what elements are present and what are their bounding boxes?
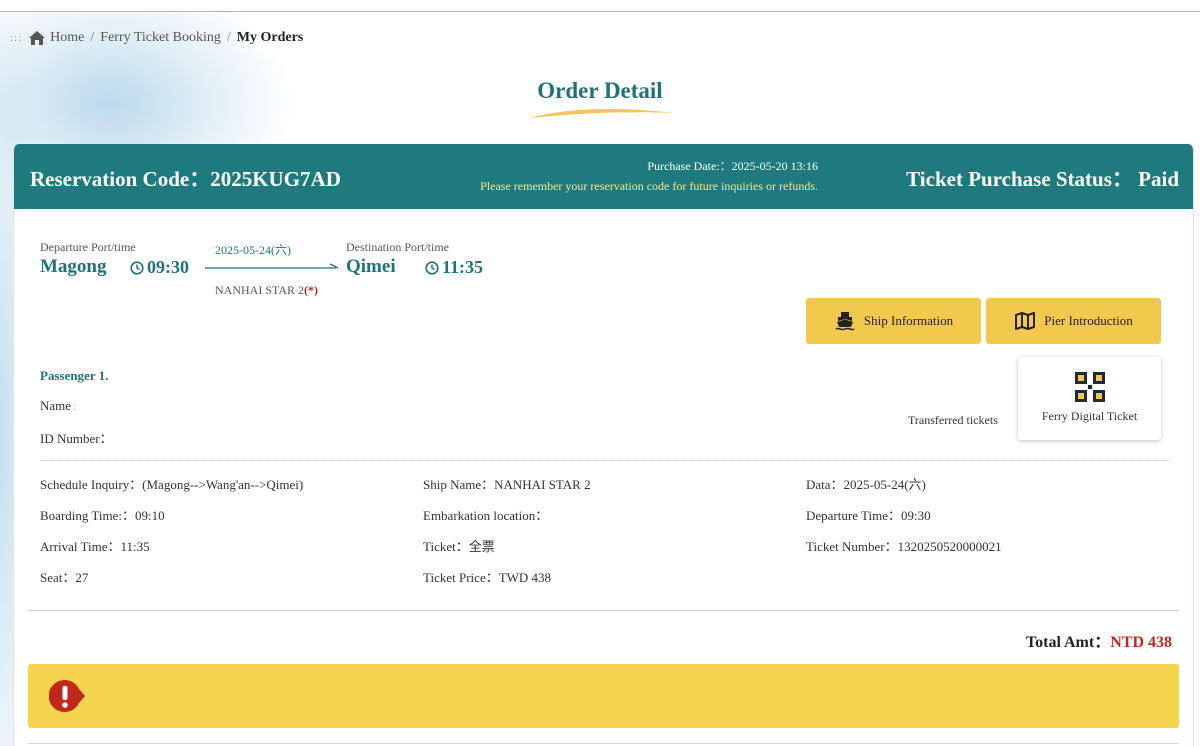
total-divider <box>28 610 1179 611</box>
breadcrumb-separator: / <box>90 30 95 45</box>
total-amount: Total Amt：NTD 438 <box>1026 628 1172 652</box>
purchase-status: Ticket Purchase Status： Paid <box>906 167 1179 191</box>
destination-time-value: 11:35 <box>442 257 484 277</box>
ticket-number: Ticket Number：1320250520000021 <box>806 539 1002 554</box>
clock-icon <box>130 260 144 275</box>
passenger-name-label: Name <box>40 398 72 413</box>
breadcrumb-ferry-link[interactable]: Ferry Ticket Booking <box>100 30 221 46</box>
details-divider <box>40 460 1170 461</box>
transferred-tickets-link[interactable]: Transferred tickets <box>908 413 998 428</box>
departure-time-detail: Departure Time：09:30 <box>806 508 931 523</box>
pier-introduction-button[interactable]: Pier Introduction <box>986 298 1161 344</box>
passenger-name: Name: <box>40 398 77 414</box>
ship-information-button[interactable]: Ship Information <box>806 298 981 344</box>
sailing-date: 2025-05-24(六) <box>215 243 291 257</box>
map-icon <box>1015 312 1036 330</box>
purchase-date: Purchase Date:：2025-05-20 13:16 <box>647 159 818 173</box>
ship-name: Ship Name：NANHAI STAR 2 <box>423 477 591 492</box>
passenger-title: Passenger 1. <box>40 368 109 383</box>
alert-icon <box>49 679 85 712</box>
bottom-divider <box>28 743 1179 744</box>
destination-time: 11:35 <box>425 257 483 278</box>
breadcrumb-home-link[interactable]: Home <box>50 30 84 46</box>
total-amount-label: Total Amt： <box>1025 634 1111 651</box>
required-mark: (*) <box>304 283 319 297</box>
departure-port: Magong <box>40 256 107 277</box>
ship-icon <box>835 312 855 331</box>
departure-time: 09:30 <box>130 257 189 278</box>
page-title: Order Detail <box>537 78 663 103</box>
total-amount-value: NTD 438 <box>1110 634 1172 651</box>
order-header: Reservation Code：2025KUG7AD Purchase Dat… <box>14 144 1193 209</box>
destination-label: Destination Port/time <box>346 240 449 254</box>
passenger-name-separator: : <box>73 398 77 413</box>
sailing-data: Data：2025-05-24(六) <box>806 477 926 492</box>
departure-label: Departure Port/time <box>40 240 136 254</box>
breadcrumb-separator: / <box>226 30 231 45</box>
top-border <box>0 0 1200 12</box>
embarkation-location: Embarkation location： <box>423 508 549 523</box>
home-icon[interactable] <box>28 30 46 46</box>
destination-port: Qimei <box>346 256 396 277</box>
notice-bar <box>28 664 1179 728</box>
passenger-id: ID Number： <box>40 431 113 446</box>
schedule-inquiry: Schedule Inquiry：(Magong-->Wang'an-->Qim… <box>40 477 304 492</box>
order-card: Reservation Code：2025KUG7AD Purchase Dat… <box>13 144 1194 746</box>
breadcrumb-dots: ::: <box>10 32 23 44</box>
breadcrumb: ::: Home / Ferry Ticket Booking / My Ord… <box>10 30 303 46</box>
route-arrow <box>205 263 339 269</box>
title-swoosh-decoration <box>530 108 674 118</box>
ticket-price: Ticket Price：TWD 438 <box>423 570 552 585</box>
boarding-time: Boarding Time:：09:10 <box>40 508 165 523</box>
clock-icon <box>425 260 439 275</box>
breadcrumb-current: My Orders <box>236 30 304 45</box>
route-ship-name: NANHAI STAR 2(*) <box>215 283 318 298</box>
departure-time-value: 09:30 <box>147 257 189 277</box>
ferry-digital-ticket-button[interactable]: Ferry Digital Ticket <box>1018 357 1161 440</box>
seat: Seat：27 <box>40 570 89 585</box>
ferry-digital-ticket-label: Ferry Digital Ticket <box>1041 409 1138 423</box>
ship-information-label: Ship Information <box>863 313 954 328</box>
route-ship-name-text: NANHAI STAR 2 <box>215 283 305 297</box>
arrival-time: Arrival Time：11:35 <box>40 539 150 554</box>
qr-code-icon <box>1074 372 1105 402</box>
pier-introduction-label: Pier Introduction <box>1044 313 1133 328</box>
remember-note: Please remember your reservation code fo… <box>480 179 818 193</box>
ticket-type: Ticket：全票 <box>423 539 495 554</box>
reservation-code: Reservation Code：2025KUG7AD <box>30 167 341 191</box>
